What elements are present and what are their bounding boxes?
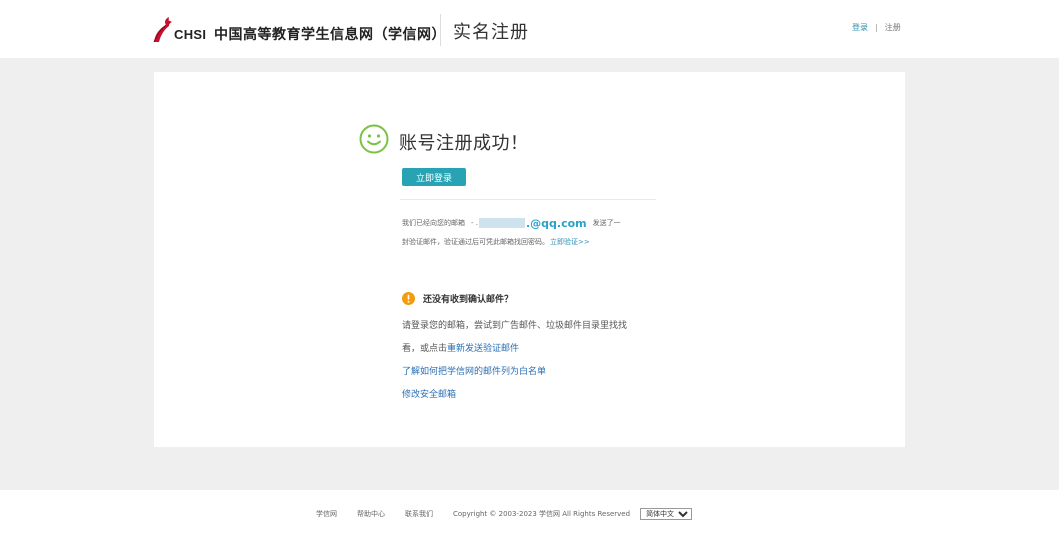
top-links: 登录 | 注册 — [852, 22, 901, 33]
copyright-text: Copyright © 2003-2023 学信网 All Rights Res… — [453, 510, 631, 518]
header: CHSI 中国高等教育学生信息网（学信网） 实名注册 登录 | 注册 — [0, 0, 1059, 58]
tip-line2: 看，或点击重新发送验证邮件 — [402, 341, 519, 354]
main-card — [154, 72, 905, 447]
success-title: 账号注册成功！ — [399, 133, 529, 154]
chsi-logo[interactable]: CHSI — [151, 16, 206, 44]
content-divider — [400, 199, 656, 200]
verify-now-link[interactable]: 立即验证>> — [550, 237, 590, 247]
header-divider — [440, 14, 441, 46]
login-now-button[interactable]: 立即登录 — [402, 168, 466, 186]
language-select[interactable]: 简体中文 — [640, 508, 693, 520]
logo-text: CHSI — [174, 27, 207, 42]
exclamation-circle-icon — [402, 291, 415, 305]
smile-icon — [359, 124, 389, 154]
resend-email-link[interactable]: 重新发送验证邮件 — [447, 344, 519, 354]
footer: 学信网 帮助中心 联系我们 Copyright © 2003-2023 学信网 … — [0, 490, 1059, 535]
footer-link-help[interactable]: 帮助中心 — [357, 509, 385, 519]
register-link[interactable]: 注册 — [885, 22, 901, 33]
change-email-link[interactable]: 修改安全邮箱 — [402, 387, 456, 400]
footer-links: 学信网 帮助中心 联系我们 Copyright © 2003-2023 学信网 … — [316, 508, 693, 520]
page-title: 实名注册 — [453, 22, 529, 43]
warning-title: 还没有收到确认邮件？ — [423, 294, 514, 305]
email-domain: .@qq.com — [525, 216, 587, 230]
email-masked-prefix: - . — [471, 219, 478, 227]
link-separator: | — [875, 23, 878, 32]
tip-line2-prefix: 看，或点击 — [402, 344, 448, 354]
email-masked-block — [478, 218, 525, 228]
message-suffix: 发送了一 — [592, 219, 621, 227]
tip-line1: 请登录您的邮箱，尝试到广告邮件、垃圾邮件目录里找找 — [402, 321, 628, 331]
footer-link-chsi[interactable]: 学信网 — [316, 509, 337, 519]
site-name: 中国高等教育学生信息网（学信网） — [214, 27, 446, 43]
email-sent-message: 我们已经向您的邮箱 - . .@qq.com 发送了一 — [402, 216, 621, 230]
email-sent-message-line2: 封验证邮件，验证通过后可凭此邮箱找回密码。 立即验证>> — [402, 236, 590, 248]
footer-link-contact[interactable]: 联系我们 — [405, 509, 433, 519]
login-link[interactable]: 登录 — [852, 22, 868, 33]
whitelist-help-link[interactable]: 了解如何把学信网的邮件列为白名单 — [402, 364, 546, 377]
warning-row: 还没有收到确认邮件？ — [402, 291, 513, 305]
chsi-bird-logo-icon — [153, 17, 172, 43]
message-prefix: 我们已经向您的邮箱 — [402, 219, 465, 227]
message-line2: 封验证邮件，验证通过后可凭此邮箱找回密码。 — [402, 238, 549, 246]
